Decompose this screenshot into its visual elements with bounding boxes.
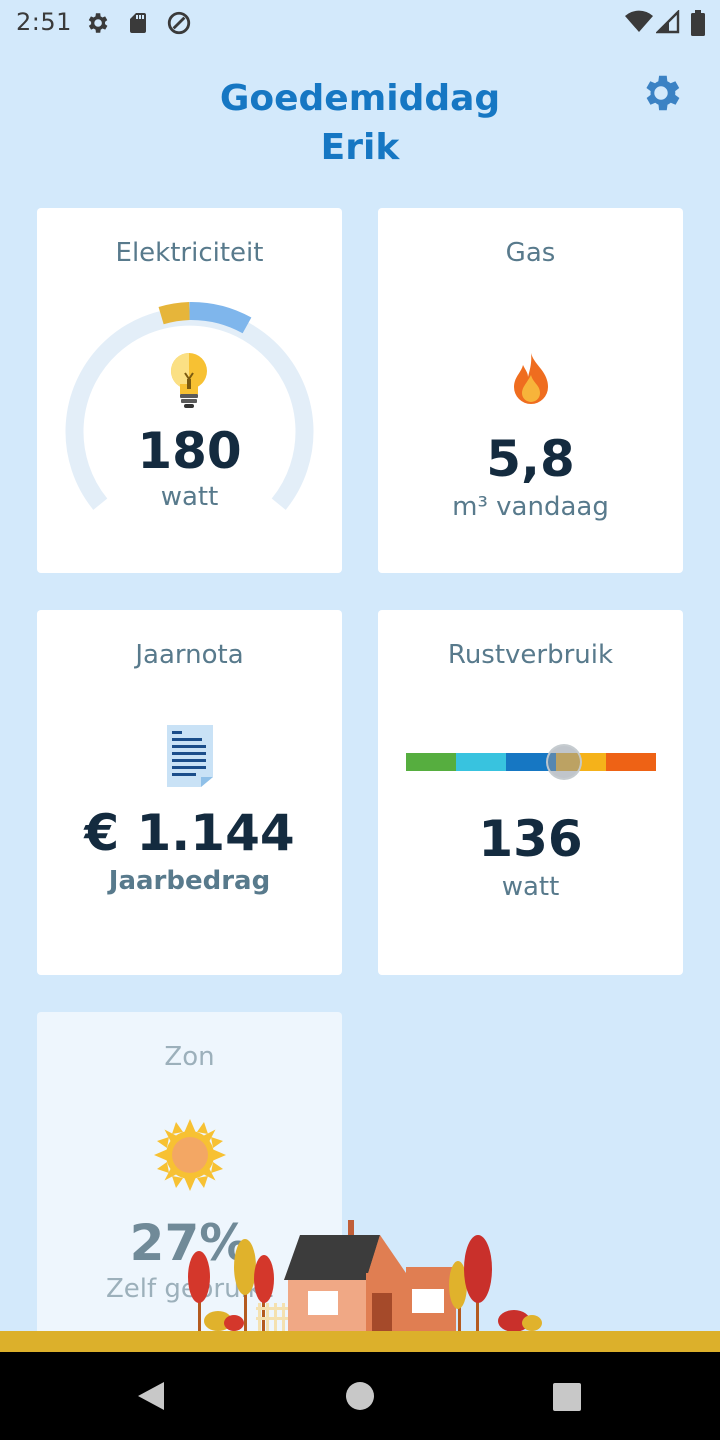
card-title: Elektriciteit	[115, 238, 264, 268]
annual-bill-card[interactable]: Jaarnota € 1.144 Jaarbedrag	[37, 610, 342, 975]
gas-card[interactable]: Gas 5,8 m³ vandaag	[378, 208, 683, 573]
sd-card-icon	[130, 13, 146, 33]
sun-icon	[154, 1119, 226, 1191]
home-icon[interactable]	[344, 1380, 376, 1412]
base-load-value: 136	[478, 810, 583, 868]
scale-indicator	[545, 744, 582, 780]
scale-segment	[606, 753, 656, 771]
ground-strip	[0, 1331, 720, 1352]
signal-icon	[656, 10, 680, 34]
lightbulb-icon	[171, 353, 207, 408]
gas-unit: m³ vandaag	[452, 492, 609, 522]
electricity-card[interactable]: Elektriciteit 180 watt	[37, 208, 342, 573]
settings-button[interactable]	[638, 70, 684, 116]
gear-icon	[88, 13, 108, 33]
back-icon[interactable]	[134, 1380, 166, 1412]
data-saver-icon	[167, 11, 191, 35]
gear-icon	[646, 75, 680, 111]
gas-value: 5,8	[486, 430, 575, 488]
bill-value: € 1.144	[84, 804, 295, 862]
bill-label: Jaarbedrag	[108, 866, 271, 896]
card-title: Gas	[505, 238, 556, 268]
base-load-card[interactable]: Rustverbruik 136 watt	[378, 610, 683, 975]
house-illustration	[188, 1220, 542, 1333]
recents-icon[interactable]	[552, 1382, 582, 1412]
base-load-scale	[406, 753, 656, 771]
card-title: Rustverbruik	[447, 640, 614, 670]
greeting: Goedemiddag Erik	[160, 74, 560, 172]
greeting-text: Goedemiddag	[219, 78, 501, 119]
wifi-icon	[625, 10, 653, 32]
scale-segment	[406, 753, 456, 771]
power-unit: watt	[160, 482, 219, 512]
base-load-unit: watt	[501, 872, 560, 902]
gauge-segment-yellow	[158, 302, 191, 325]
battery-icon	[691, 10, 705, 36]
navigation-bar	[0, 1352, 720, 1440]
card-title: Zon	[164, 1042, 215, 1072]
power-value: 180	[137, 422, 242, 480]
user-name: Erik	[320, 127, 400, 168]
status-bar: 2:51	[0, 0, 720, 44]
status-time: 2:51	[16, 8, 72, 36]
document-icon	[167, 725, 213, 787]
card-title: Jaarnota	[135, 640, 244, 670]
flame-icon	[514, 353, 548, 404]
scale-segment	[456, 753, 506, 771]
